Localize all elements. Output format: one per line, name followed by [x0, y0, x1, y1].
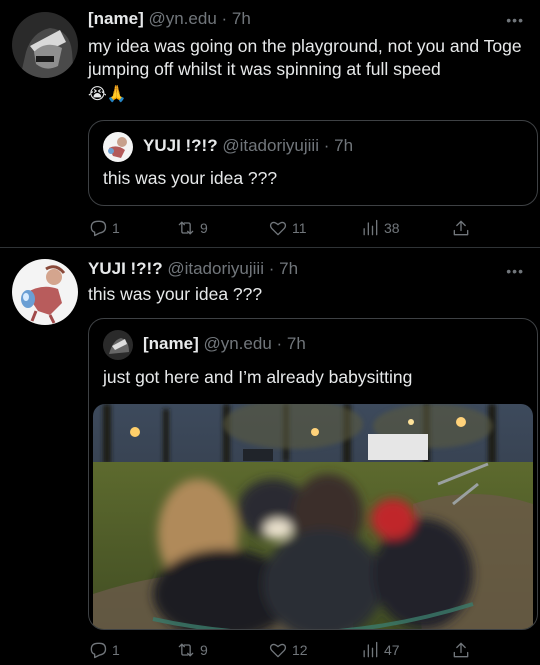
tweet[interactable]: [name] @yn.edu · 7h ••• my idea was goin…	[0, 0, 540, 248]
heart-icon	[269, 221, 287, 236]
share-button[interactable]	[451, 218, 471, 238]
views-button[interactable]: 47	[360, 640, 400, 660]
retweet-icon	[178, 221, 194, 235]
user-handle[interactable]: @yn.edu	[148, 9, 216, 28]
quoted-header: [name] @yn.edu · 7h	[143, 334, 306, 354]
avatar[interactable]	[12, 12, 78, 78]
action-bar: 1 9 12 47	[88, 640, 488, 662]
quoted-tweet[interactable]: YUJI !?!? @itadoriyujiii · 7h this was y…	[88, 120, 538, 206]
avatar[interactable]	[12, 259, 78, 325]
heart-icon	[269, 643, 287, 658]
timestamp[interactable]: 7h	[279, 259, 298, 278]
share-icon	[453, 642, 469, 658]
more-options-icon[interactable]: •••	[506, 263, 524, 279]
separator: ·	[221, 9, 228, 28]
like-count: 12	[292, 642, 308, 658]
share-button[interactable]	[451, 640, 471, 660]
share-icon	[453, 220, 469, 236]
quoted-handle: @yn.edu	[203, 334, 272, 353]
quoted-text: this was your idea ???	[103, 168, 278, 188]
analytics-icon	[363, 641, 378, 658]
tweet-text: my idea was going on the playground, not…	[88, 36, 522, 79]
quoted-timestamp: 7h	[334, 136, 354, 155]
display-name[interactable]: [name]	[88, 9, 144, 28]
emoji-text: 😭🙏	[88, 86, 127, 103]
separator: ·	[268, 259, 275, 278]
views-count: 47	[384, 642, 400, 658]
tweet-header: [name] @yn.edu · 7h	[88, 9, 251, 29]
tweet[interactable]: YUJI !?!? @itadoriyujiii · 7h ••• this w…	[0, 249, 540, 665]
retweet-count: 9	[200, 642, 208, 658]
quoted-display-name: YUJI !?!?	[143, 136, 218, 155]
quoted-avatar	[103, 330, 133, 360]
views-count: 38	[384, 220, 400, 236]
retweet-icon	[178, 643, 194, 657]
like-button[interactable]: 11	[268, 218, 307, 238]
user-handle[interactable]: @itadoriyujiii	[167, 259, 264, 278]
quoted-handle: @itadoriyujiii	[222, 136, 319, 155]
quoted-avatar	[103, 132, 133, 162]
reply-count: 1	[112, 642, 120, 658]
reply-button[interactable]: 1	[88, 218, 120, 238]
reply-icon	[90, 220, 107, 237]
reply-button[interactable]: 1	[88, 640, 120, 660]
separator: ·	[276, 334, 283, 353]
views-button[interactable]: 38	[360, 218, 400, 238]
display-name[interactable]: YUJI !?!?	[88, 259, 163, 278]
action-bar: 1 9 11 38	[88, 218, 488, 240]
tweet-header: YUJI !?!? @itadoriyujiii · 7h	[88, 259, 298, 279]
quoted-display-name: [name]	[143, 334, 199, 353]
like-count: 11	[292, 220, 307, 236]
quoted-text: just got here and I’m already babysittin…	[103, 367, 413, 387]
retweet-button[interactable]: 9	[176, 640, 208, 660]
retweet-count: 9	[200, 220, 208, 236]
tweet-text: this was your idea ???	[88, 284, 263, 304]
quoted-photo[interactable]	[93, 404, 533, 629]
timestamp[interactable]: 7h	[232, 9, 251, 28]
reply-count: 1	[112, 220, 120, 236]
quoted-header: YUJI !?!? @itadoriyujiii · 7h	[143, 136, 353, 156]
retweet-button[interactable]: 9	[176, 218, 208, 238]
more-options-icon[interactable]: •••	[506, 12, 524, 28]
reply-icon	[90, 642, 107, 659]
quoted-timestamp: 7h	[286, 334, 306, 353]
like-button[interactable]: 12	[268, 640, 308, 660]
quoted-tweet[interactable]: [name] @yn.edu · 7h just got here and I’…	[88, 318, 538, 630]
separator: ·	[323, 136, 330, 155]
analytics-icon	[363, 219, 378, 236]
